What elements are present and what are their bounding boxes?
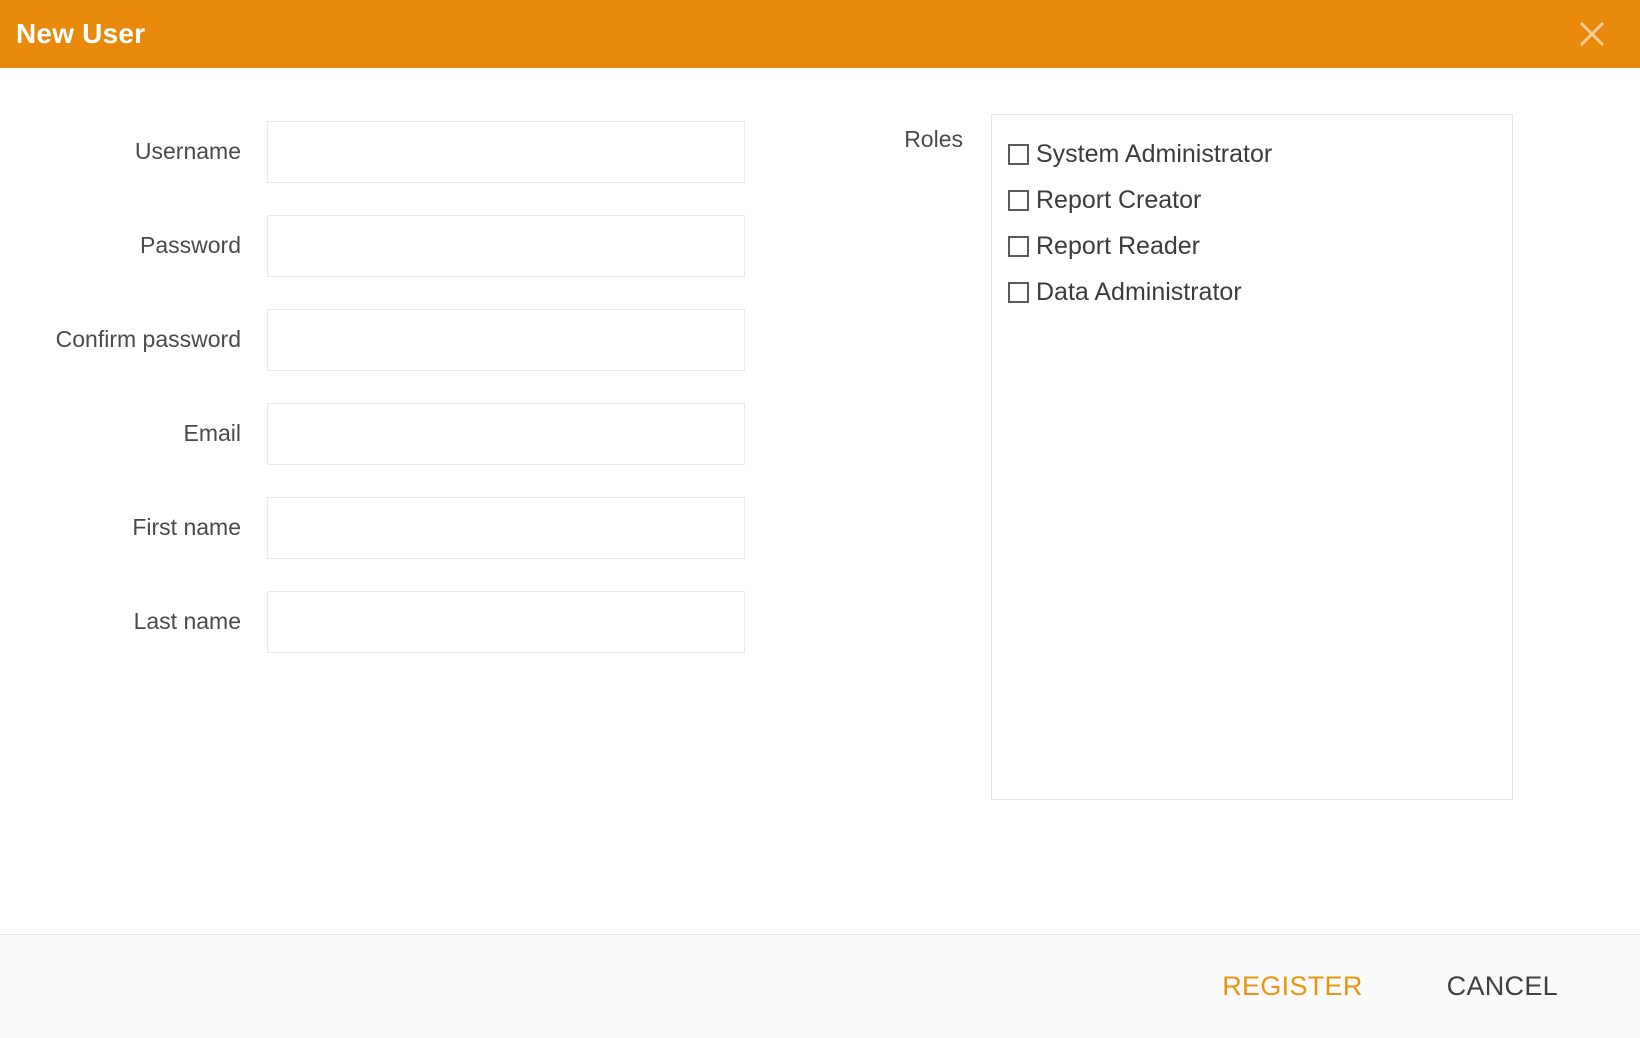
password-label: Password	[140, 232, 241, 259]
new-user-dialog: New User Username Password Confirm passw…	[0, 0, 1640, 1038]
close-icon	[1577, 19, 1607, 49]
email-input[interactable]	[267, 403, 745, 465]
password-input[interactable]	[267, 215, 745, 277]
checkbox-icon[interactable]	[1008, 189, 1029, 211]
register-button[interactable]: REGISTER	[1206, 961, 1378, 1012]
role-label: Report Reader	[1036, 232, 1200, 260]
form-row-confirm-password: Confirm password	[0, 309, 790, 371]
role-label: Report Creator	[1036, 186, 1202, 214]
checkbox-icon[interactable]	[1008, 235, 1029, 257]
confirm-password-input[interactable]	[267, 309, 745, 371]
checkbox-icon[interactable]	[1008, 281, 1029, 303]
roles-list[interactable]: System Administrator Report Creator Repo…	[991, 114, 1513, 800]
roles-label: Roles	[904, 126, 963, 152]
background-clipped-strip	[0, 1034, 1640, 1038]
first-name-label: First name	[132, 514, 241, 541]
email-label: Email	[183, 420, 241, 447]
user-form: Username Password Confirm password Email…	[0, 121, 790, 653]
form-row-username: Username	[0, 121, 790, 183]
username-label: Username	[134, 138, 241, 165]
role-item-report-creator[interactable]: Report Creator	[1008, 177, 1512, 223]
dialog-footer: REGISTER CANCEL	[0, 934, 1640, 1038]
cancel-button[interactable]: CANCEL	[1431, 961, 1574, 1012]
close-button[interactable]	[1570, 12, 1614, 56]
dialog-body: Username Password Confirm password Email…	[0, 68, 1640, 934]
username-input[interactable]	[267, 121, 745, 183]
form-row-email: Email	[0, 403, 790, 465]
background-clipped-text	[1390, 1034, 1407, 1038]
first-name-input[interactable]	[267, 497, 745, 559]
role-item-report-reader[interactable]: Report Reader	[1008, 223, 1512, 269]
form-row-first-name: First name	[0, 497, 790, 559]
form-row-last-name: Last name	[0, 591, 790, 653]
role-item-data-administrator[interactable]: Data Administrator	[1008, 269, 1512, 315]
dialog-header: New User	[0, 0, 1640, 68]
last-name-label: Last name	[133, 608, 241, 635]
role-label: Data Administrator	[1036, 278, 1242, 306]
checkbox-icon[interactable]	[1008, 143, 1029, 165]
role-item-system-administrator[interactable]: System Administrator	[1008, 131, 1512, 177]
form-row-password: Password	[0, 215, 790, 277]
roles-section: Roles System Administrator Report Creato…	[860, 114, 1513, 800]
confirm-password-label: Confirm password	[55, 326, 241, 353]
page-title: New User	[16, 18, 146, 49]
role-label: System Administrator	[1036, 140, 1273, 168]
last-name-input[interactable]	[267, 591, 745, 653]
